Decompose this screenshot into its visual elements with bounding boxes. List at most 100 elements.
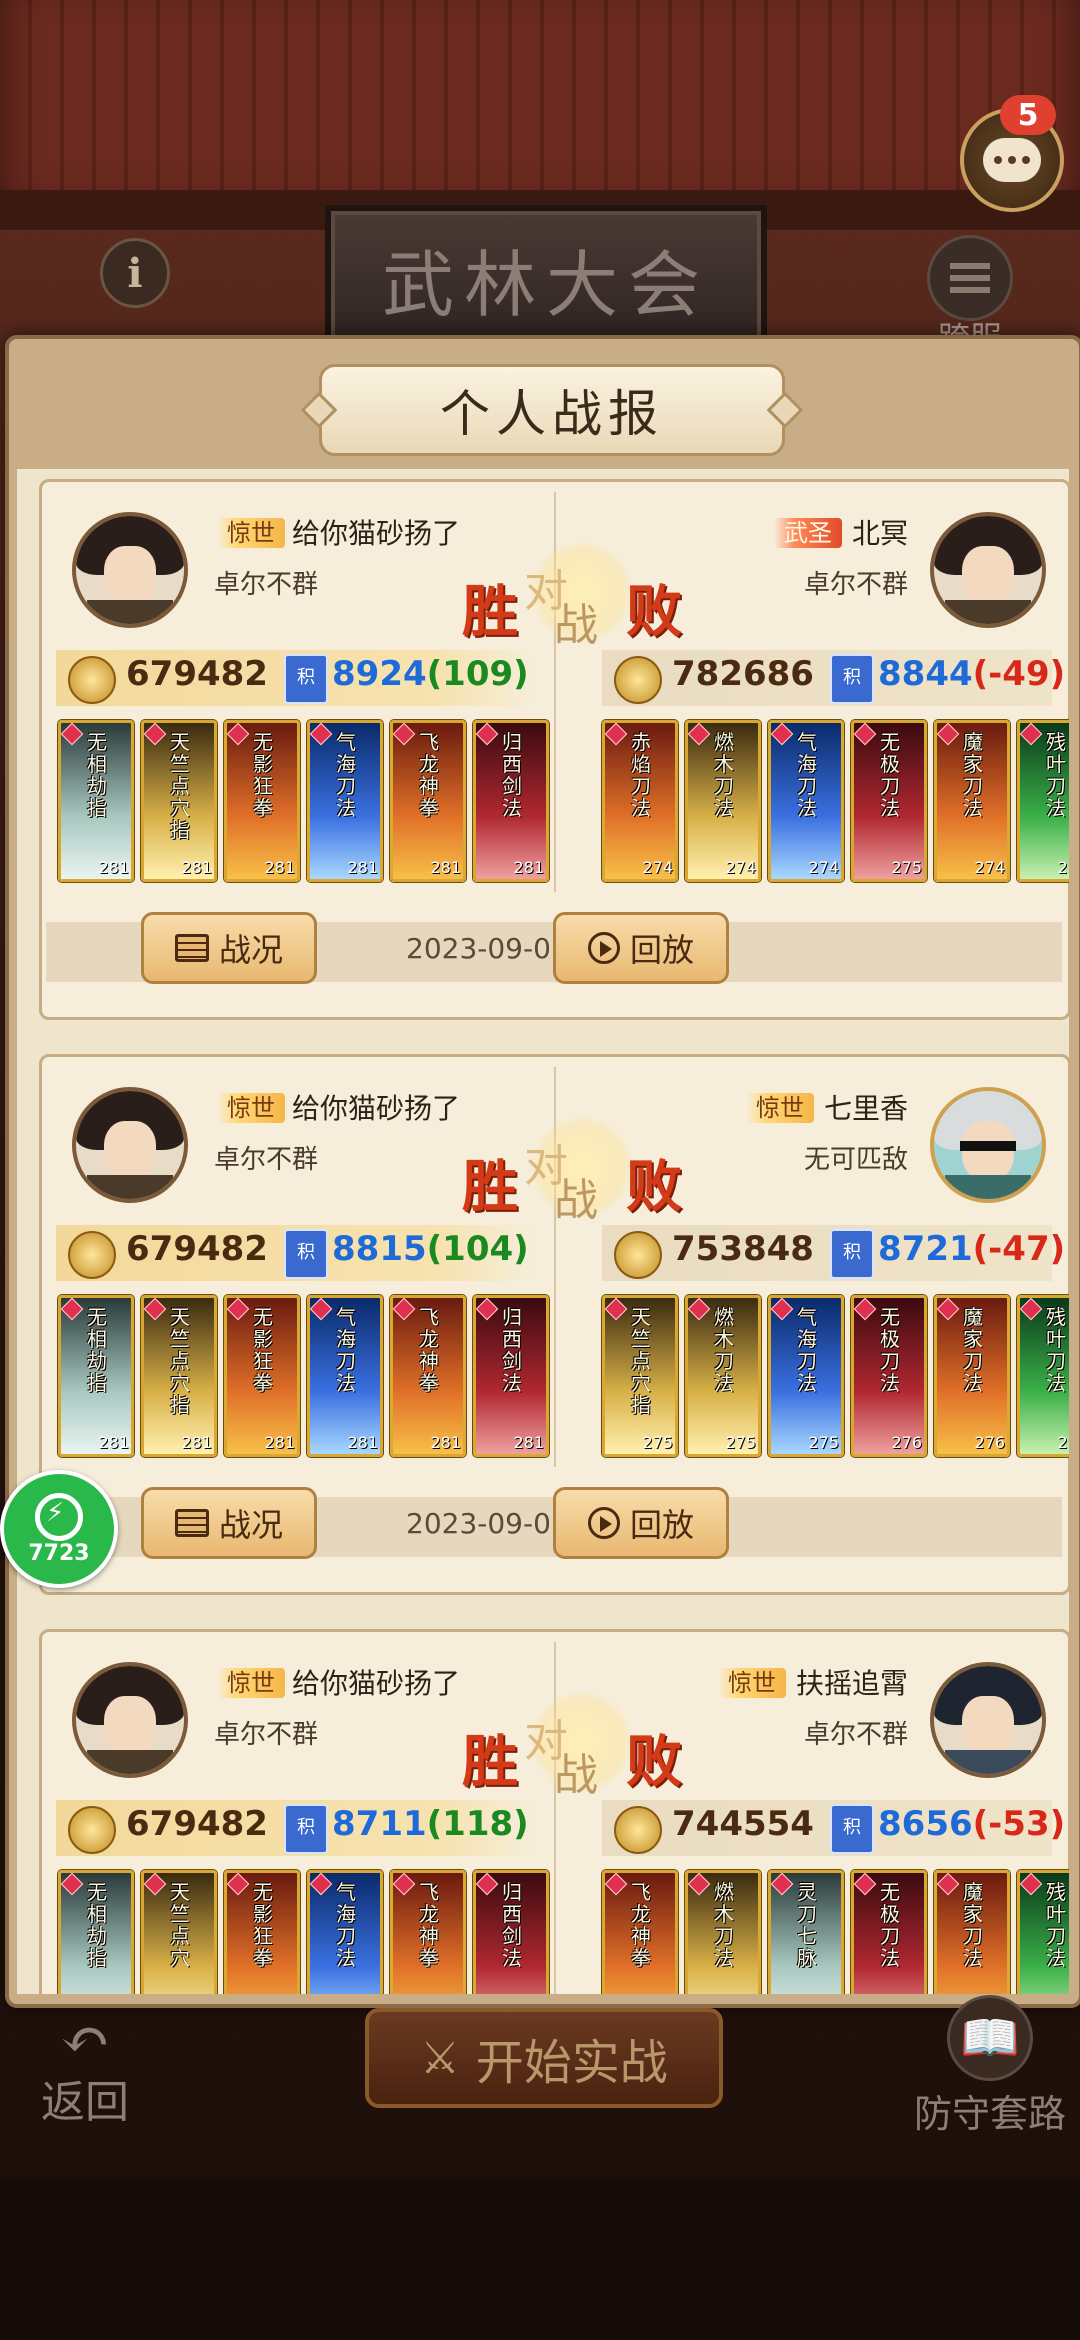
skill-card[interactable]: 气海刀法 281: [307, 720, 383, 882]
skill-card[interactable]: 归西剑法 281: [473, 720, 549, 882]
cross-server-button[interactable]: 跨服: [915, 235, 1025, 357]
skill-card[interactable]: 无影狂拳 281: [224, 1295, 300, 1457]
skill-name: 无影狂拳: [253, 1305, 273, 1395]
skill-level: 275: [891, 858, 922, 877]
rank-gem-icon: [143, 1297, 167, 1321]
skill-card[interactable]: 气海刀法 281: [307, 1295, 383, 1457]
score-scroll-icon: 积: [830, 654, 874, 704]
player-guild: 卓尔不群: [214, 570, 319, 600]
skill-name: 魔家刀法: [963, 1880, 983, 1970]
skill-card[interactable]: 无相劫指 281: [58, 720, 134, 882]
skill-card[interactable]: 燃木刀法: [685, 1870, 761, 1994]
skill-card[interactable]: 飞龙神拳 281: [390, 1295, 466, 1457]
skill-level: 276: [974, 1433, 1005, 1452]
list-icon: [174, 1509, 209, 1537]
skill-name: 天竺点穴指: [631, 1305, 651, 1417]
rank-gem-icon: [226, 722, 250, 746]
player-combat-power: 679482: [126, 654, 268, 694]
floating-assistant-button[interactable]: 7723: [0, 1470, 118, 1588]
battle-detail-button[interactable]: 战况: [141, 1487, 317, 1559]
skill-card[interactable]: 无极刀法 275: [851, 720, 927, 882]
opponent-avatar[interactable]: [930, 512, 1046, 628]
rank-gem-icon: [309, 1872, 333, 1896]
opponent-avatar[interactable]: [930, 1087, 1046, 1203]
score-scroll-icon: 积: [284, 1229, 328, 1279]
skill-card[interactable]: 燃木刀法 275: [685, 1295, 761, 1457]
lose-label: 败: [626, 579, 682, 645]
opponent-avatar[interactable]: [930, 1662, 1046, 1778]
rank-gem-icon: [1019, 1872, 1043, 1896]
battle-list[interactable]: 惊世 给你猫砂扬了 卓尔不群 武圣 北冥 卓尔不群 胜 对 战 败 679482…: [17, 469, 1069, 1994]
card-divider: [554, 1642, 556, 1994]
skill-name: 赤焰刀法: [631, 730, 651, 820]
skill-card[interactable]: 赤焰刀法 274: [602, 720, 678, 882]
skill-card[interactable]: 气海刀法 274: [768, 720, 844, 882]
player-combat-power: 679482: [126, 1804, 268, 1844]
skill-level: 281: [430, 1433, 461, 1452]
skill-card[interactable]: 飞龙神拳 281: [390, 720, 466, 882]
skill-name: 气海刀法: [797, 730, 817, 820]
skill-card[interactable]: 气海刀法: [307, 1870, 383, 1994]
opponent-title-badge: 惊世: [718, 1668, 786, 1698]
skill-card[interactable]: 魔家刀法 274: [934, 720, 1010, 882]
skill-card[interactable]: 无影狂拳: [224, 1870, 300, 1994]
vs-glyph-bottom: 战: [554, 1175, 598, 1226]
skill-card[interactable]: 残叶刀法 274: [1017, 720, 1069, 882]
skill-card[interactable]: 残叶刀法 276: [1017, 1295, 1069, 1457]
battle-detail-button[interactable]: 战况: [141, 912, 317, 984]
defense-setup-button[interactable]: 📖 防守套路: [900, 1995, 1080, 2136]
skill-name: 归西剑法: [502, 1880, 522, 1970]
skill-card[interactable]: 归西剑法: [473, 1870, 549, 1994]
start-battle-button[interactable]: ⚔ 开始实战: [365, 2008, 723, 2108]
replay-button[interactable]: 回放: [553, 1487, 729, 1559]
skill-card[interactable]: 无影狂拳 281: [224, 720, 300, 882]
floating-assistant-label: 7723: [28, 1540, 90, 1566]
skill-card[interactable]: 飞龙神拳: [390, 1870, 466, 1994]
player-stat-bar: 679482 积 8711(118): [56, 1800, 536, 1856]
back-button[interactable]: ↶ 返回: [25, 2005, 145, 2128]
skill-card[interactable]: 灵刀七脉: [768, 1870, 844, 1994]
skill-card[interactable]: 天竺点穴指 275: [602, 1295, 678, 1457]
skill-level: 281: [513, 858, 544, 877]
player-score-delta: (104): [426, 1229, 529, 1269]
player-avatar[interactable]: [72, 1662, 188, 1778]
skill-level: 274: [808, 858, 839, 877]
replay-button[interactable]: 回放: [553, 912, 729, 984]
skill-level: 281: [264, 1433, 295, 1452]
skill-level: 281: [98, 858, 129, 877]
skill-card[interactable]: 飞龙神拳: [602, 1870, 678, 1994]
opponent-score: 8656(-53): [878, 1804, 1065, 1844]
opponent-guild: 无可匹敌: [803, 1145, 908, 1175]
skill-card[interactable]: 归西剑法 281: [473, 1295, 549, 1457]
skill-card[interactable]: 残叶刀法: [1017, 1870, 1069, 1994]
skill-card[interactable]: 无极刀法: [851, 1870, 927, 1994]
skill-name: 归西剑法: [502, 1305, 522, 1395]
rank-gem-icon: [936, 1872, 960, 1896]
skill-card[interactable]: 天竺点穴指 281: [141, 720, 217, 882]
skill-card[interactable]: 魔家刀法 276: [934, 1295, 1010, 1457]
player-score-value: 8711: [332, 1804, 427, 1844]
back-arrow-icon: ↶: [59, 2005, 111, 2075]
player-skill-cards: 无相劫指 天竺点穴 无影狂拳 气海刀法 飞龙神拳 归西剑法: [58, 1870, 549, 1994]
rank-gem-icon: [853, 1297, 877, 1321]
skill-level: 275: [725, 1433, 756, 1452]
skill-card[interactable]: 魔家刀法: [934, 1870, 1010, 1994]
skill-level: 274: [725, 858, 756, 877]
skill-card[interactable]: 燃木刀法 274: [685, 720, 761, 882]
player-avatar[interactable]: [72, 512, 188, 628]
opponent-title-badge: 武圣: [774, 518, 842, 548]
score-scroll-icon: 积: [830, 1229, 874, 1279]
skill-level: 276: [1057, 1433, 1069, 1452]
skill-card[interactable]: 天竺点穴: [141, 1870, 217, 1994]
skill-card[interactable]: 气海刀法 275: [768, 1295, 844, 1457]
skill-name: 无相劫指: [87, 1305, 107, 1395]
info-icon[interactable]: i: [100, 238, 170, 308]
skill-card[interactable]: 天竺点穴指 281: [141, 1295, 217, 1457]
player-avatar[interactable]: [72, 1087, 188, 1203]
skill-card[interactable]: 无极刀法 276: [851, 1295, 927, 1457]
opponent-combat-power: 753848: [672, 1229, 814, 1269]
rank-gem-icon: [687, 722, 711, 746]
book-icon: 📖: [947, 1995, 1033, 2081]
skill-card[interactable]: 无相劫指 281: [58, 1295, 134, 1457]
skill-card[interactable]: 无相劫指: [58, 1870, 134, 1994]
